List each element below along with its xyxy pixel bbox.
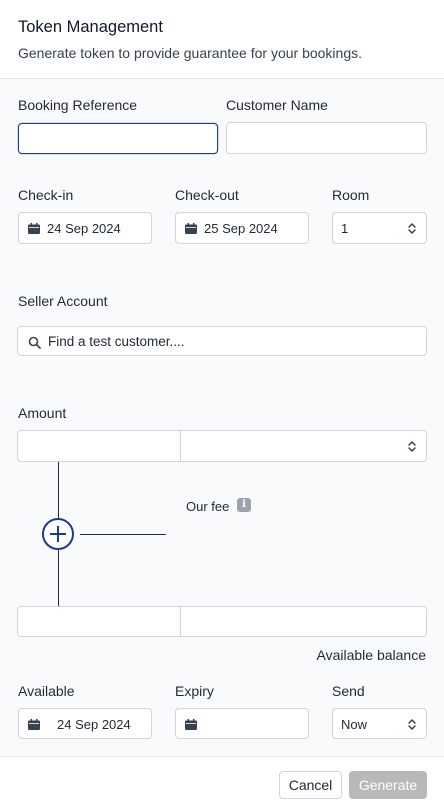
available-balance-label: Available balance — [316, 647, 427, 663]
search-icon — [28, 336, 41, 349]
info-icon[interactable]: i — [237, 498, 251, 512]
amount-label: Amount — [18, 405, 67, 421]
calendar-icon — [28, 719, 40, 730]
connector-line-top — [58, 462, 59, 518]
generate-button[interactable]: Generate — [349, 771, 427, 799]
checkin-label: Check-in — [18, 187, 74, 203]
chevron-updown-icon — [408, 223, 416, 234]
available-date-value: 24 Sep 2024 — [57, 717, 131, 732]
calendar-icon — [28, 223, 40, 234]
booking-reference-input[interactable] — [18, 123, 218, 154]
booking-reference-label: Booking Reference — [18, 97, 138, 113]
checkout-date-value: 25 Sep 2024 — [204, 221, 278, 236]
modal-header: Token Management Generate token to provi… — [0, 0, 444, 79]
checkout-date-picker[interactable]: 25 Sep 2024 — [175, 212, 309, 244]
seller-search-placeholder: Find a test customer.... — [48, 334, 185, 349]
page-subtitle: Generate token to provide guarantee for … — [18, 45, 362, 61]
calendar-icon — [185, 719, 197, 730]
connector-line-bottom — [58, 550, 59, 606]
amount-input-group — [17, 430, 427, 462]
expiry-label: Expiry — [175, 683, 214, 699]
cancel-button[interactable]: Cancel — [279, 771, 342, 799]
input-divider — [180, 607, 181, 636]
send-select[interactable]: Now — [332, 708, 427, 739]
plus-circle-icon — [42, 518, 74, 550]
seller-search-input[interactable]: Find a test customer.... — [17, 326, 427, 356]
page-title: Token Management — [18, 18, 163, 36]
available-label: Available — [18, 683, 75, 699]
customer-name-input[interactable] — [226, 122, 427, 154]
result-amount-group — [17, 606, 427, 637]
room-label: Room — [332, 187, 370, 203]
calendar-icon — [185, 223, 197, 234]
available-date-picker[interactable]: 24 Sep 2024 — [18, 708, 152, 739]
send-label: Send — [332, 683, 365, 699]
seller-account-label: Seller Account — [18, 293, 108, 309]
chevron-updown-icon — [408, 719, 416, 730]
input-divider — [180, 431, 181, 461]
chevron-updown-icon[interactable] — [407, 440, 417, 453]
room-select[interactable]: 1 — [332, 212, 427, 244]
customer-name-label: Customer Name — [226, 97, 328, 113]
checkin-date-value: 24 Sep 2024 — [47, 221, 121, 236]
room-value: 1 — [341, 221, 349, 236]
connector-line-fee — [80, 534, 166, 535]
our-fee-label: Our fee — [186, 499, 230, 514]
expiry-date-picker[interactable] — [175, 708, 309, 739]
send-value: Now — [341, 717, 368, 732]
checkout-label: Check-out — [175, 187, 239, 203]
checkin-date-picker[interactable]: 24 Sep 2024 — [18, 212, 152, 244]
